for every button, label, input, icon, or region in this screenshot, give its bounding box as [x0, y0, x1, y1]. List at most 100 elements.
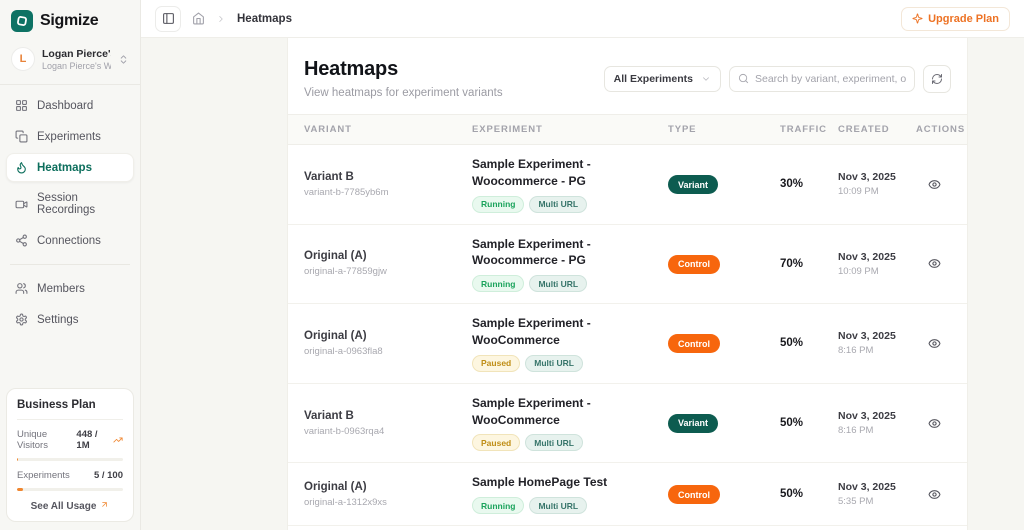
search-input[interactable]	[755, 72, 906, 85]
multi-url-badge: Multi URL	[529, 195, 588, 213]
sidebar-item-session-recordings[interactable]: Session Recordings	[6, 184, 134, 224]
table-row[interactable]: Original (A) original-a-0963fla8 Sample …	[288, 304, 967, 384]
table-header-row: VARIANT EXPERIMENT TYPE TRAFFIC CREATED ACTIO…	[288, 114, 967, 145]
column-header: VARIANT	[304, 124, 352, 135]
experiment-cell: Sample Experiment - Woocommerce - PG Run…	[472, 236, 668, 293]
type-badge: Control	[668, 485, 720, 505]
chevron-down-icon	[701, 74, 711, 84]
badge-list: Paused Multi URL	[472, 354, 668, 372]
chevrons-up-down-icon	[118, 54, 129, 65]
experiment-title: Sample Experiment - WooCommerce	[472, 395, 591, 427]
sidebar-item-label: Settings	[37, 313, 79, 326]
experiment-filter-value: All Experiments	[613, 72, 693, 85]
org-workspace: Logan Pierce's Works...	[42, 60, 111, 71]
sidebar-item-label: Heatmaps	[37, 161, 92, 174]
sidebar-item-label: Dashboard	[37, 99, 94, 112]
created-cell: Nov 3, 2025 10:09 PM	[838, 251, 916, 277]
metric-value-text: 5 / 100	[93, 470, 123, 481]
experiment-cell: Sample HomePage Test Running Multi URL	[472, 474, 668, 515]
app-window: Sigmize L Logan Pierce's Or... Logan Pie…	[0, 0, 1024, 530]
upgrade-plan-button[interactable]: Upgrade Plan	[901, 6, 1010, 31]
upgrade-plan-label: Upgrade Plan	[928, 12, 999, 25]
plan-divider	[17, 419, 123, 420]
sidebar-toggle-button[interactable]	[155, 5, 181, 32]
plan-metrics: Unique Visitors 448 / 1M Experiments 5 / 10…	[17, 429, 123, 491]
sidebar-item-label: Session Recordings	[37, 192, 96, 216]
variant-cell: Original (A) original-a-0963fla8	[304, 330, 472, 357]
type-cell: Control	[668, 254, 780, 274]
refresh-icon	[931, 73, 943, 85]
view-heatmap-button[interactable]	[928, 488, 941, 501]
type-cell: Variant	[668, 175, 780, 195]
created-date: Nov 3, 2025	[838, 330, 896, 343]
share-icon	[15, 234, 28, 247]
sidebar-nav: Dashboard Experiments Heatmaps Session Reco…	[0, 89, 140, 338]
multi-url-badge: Multi URL	[525, 434, 583, 452]
sidebar-item-label: Connections	[37, 234, 101, 247]
variant-id: variant-b-0963rqa4	[304, 425, 385, 437]
metric-value-text: 448 / 1M	[76, 429, 98, 451]
variant-id: variant-b-7785yb6m	[304, 186, 389, 198]
table-row[interactable]: Original (A) original-a-1312x9xs Sample …	[288, 463, 967, 527]
sidebar-item-settings[interactable]: Settings	[6, 305, 134, 334]
video-icon	[15, 198, 28, 211]
view-heatmap-button[interactable]	[928, 178, 941, 191]
breadcrumb[interactable]: Heatmaps	[237, 13, 292, 25]
actions-cell	[916, 488, 953, 501]
refresh-button[interactable]	[923, 64, 951, 93]
sidebar-item-label: Experiments	[37, 130, 101, 143]
usage-metric-row: Unique Visitors 448 / 1M	[17, 429, 123, 451]
actions-cell	[916, 178, 953, 191]
home-icon[interactable]	[192, 12, 205, 25]
experiment-filter-select[interactable]: All Experiments	[603, 65, 721, 92]
org-avatar: L	[11, 47, 35, 71]
experiment-title: Sample Experiment - Woocommerce - PG	[472, 157, 591, 188]
badge-list: Running Multi URL	[472, 195, 668, 213]
sidebar: Sigmize L Logan Pierce's Or... Logan Pie…	[0, 0, 141, 530]
type-badge: Control	[668, 254, 720, 274]
type-cell: Control	[668, 334, 780, 354]
sigmize-logo-icon	[11, 10, 33, 32]
see-all-usage-link[interactable]: See All Usage	[17, 500, 123, 512]
multi-url-badge: Multi URL	[529, 497, 588, 515]
org-labels: Logan Pierce's Or... Logan Pierce's Work…	[42, 48, 111, 71]
created-time: 10:09 PM	[838, 265, 879, 277]
status-badge: Paused	[472, 354, 521, 372]
org-selector[interactable]: L Logan Pierce's Or... Logan Pierce's Wo…	[6, 42, 134, 76]
variant-name: Original (A)	[304, 329, 367, 342]
search-box[interactable]	[729, 65, 915, 92]
page-header: Heatmaps View heatmaps for experiment va…	[288, 58, 967, 99]
created-date: Nov 3, 2025	[838, 481, 896, 494]
status-badge: Running	[472, 195, 525, 213]
variant-name: Variant B	[304, 409, 354, 422]
view-heatmap-button[interactable]	[928, 257, 941, 270]
metric-value: 5 / 100	[94, 470, 123, 481]
usage-progress-track	[17, 488, 123, 491]
sidebar-item-connections[interactable]: Connections	[6, 226, 134, 255]
arrow-up-right-icon	[100, 500, 109, 512]
copy-icon	[15, 130, 28, 143]
page-title: Heatmaps	[304, 58, 398, 80]
table-row[interactable]: Variant B variant-b-7785yb6m Sample Expe…	[288, 145, 967, 225]
table-row[interactable]: Variant B variant-b-0963rqa4 Sample Expe…	[288, 383, 967, 464]
multi-url-badge: Multi URL	[529, 275, 588, 293]
sidebar-item-members[interactable]: Members	[6, 274, 134, 303]
badge-list: Running Multi URL	[472, 497, 668, 515]
sidebar-item-dashboard[interactable]: Dashboard	[6, 91, 134, 120]
created-cell: Nov 3, 2025 8:16 PM	[838, 410, 916, 436]
main-area: Heatmaps Upgrade Plan Heatmaps View heat…	[141, 0, 1024, 530]
type-cell: Control	[668, 485, 780, 505]
table-row[interactable]: Variant B variant-b-1312kwd9 Sample Home…	[288, 526, 967, 530]
sidebar-item-experiments[interactable]: Experiments	[6, 122, 134, 151]
type-badge: Variant	[668, 413, 719, 433]
view-heatmap-button[interactable]	[928, 417, 941, 430]
traffic-value: 50%	[780, 337, 804, 350]
view-heatmap-button[interactable]	[928, 337, 941, 350]
see-all-usage-label: See All Usage	[30, 500, 97, 512]
experiment-title: Sample HomePage Test	[472, 475, 608, 490]
type-cell: Variant	[668, 413, 780, 433]
created-cell: Nov 3, 2025 5:35 PM	[838, 481, 916, 507]
table-row[interactable]: Original (A) original-a-77859gjw Sample …	[288, 224, 967, 305]
sidebar-item-heatmaps[interactable]: Heatmaps	[6, 153, 134, 182]
usage-progress-fill	[17, 458, 19, 461]
